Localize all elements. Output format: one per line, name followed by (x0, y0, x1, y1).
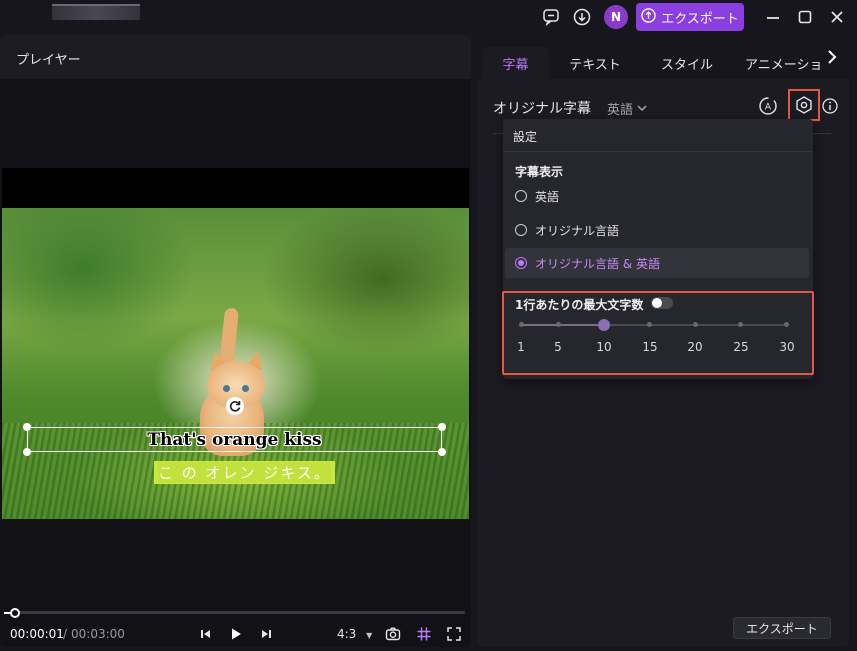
player-panel: プレイヤー That's orange kiss こ の オレン ジキス。 00… (0, 35, 471, 647)
max-chars-slider-fill (521, 324, 604, 326)
option-original-language-label: オリジナル言語 (535, 223, 620, 238)
rotate-handle-icon[interactable] (226, 397, 244, 415)
radio-english[interactable] (515, 190, 527, 202)
export-button[interactable]: エクスポート (636, 3, 744, 31)
video-letterbox (2, 168, 469, 208)
download-icon[interactable] (571, 6, 593, 28)
info-icon[interactable] (819, 95, 841, 117)
slider-tick-label: 15 (642, 340, 658, 354)
camera-icon[interactable] (384, 625, 402, 643)
export-button-label: エクスポート (661, 11, 739, 27)
aspect-ratio-select[interactable]: 4:3 ▼ (337, 627, 372, 641)
slider-tick-label: 1 (517, 340, 525, 354)
chevron-right-icon[interactable] (822, 47, 842, 67)
footer-export-button[interactable]: エクスポート (733, 617, 831, 639)
option-original-and-english-label: オリジナル言語 & 英語 (535, 256, 660, 271)
option-original-and-english[interactable]: オリジナル言語 & 英語 (505, 248, 809, 278)
radio-original-language[interactable] (515, 224, 527, 236)
tab-style[interactable]: スタイル (647, 47, 727, 79)
tab-text[interactable]: テキスト (555, 47, 635, 79)
chevron-down-icon: ▼ (366, 631, 373, 640)
timeline-track[interactable] (10, 611, 465, 614)
time-current: 00:00:01 (10, 627, 64, 641)
next-frame-icon[interactable] (257, 625, 275, 643)
timeline-scrubber[interactable] (10, 608, 20, 618)
fullscreen-icon[interactable] (445, 625, 463, 643)
max-chars-toggle[interactable] (651, 297, 673, 309)
slider-tick (647, 322, 652, 327)
language-select[interactable]: 英語 (607, 99, 647, 118)
option-original-language[interactable]: オリジナル言語 (505, 215, 809, 245)
upload-icon (641, 7, 656, 27)
slider-tick (519, 322, 524, 327)
slider-tick (738, 322, 743, 327)
tab-subtitles[interactable]: 字幕 (482, 47, 549, 79)
original-subtitle-label: オリジナル字幕 (493, 101, 591, 117)
slider-tick-label: 10 (596, 340, 612, 354)
subtitle-display-label: 字幕表示 (515, 165, 564, 179)
settings-popup-title: 設定 (513, 130, 538, 144)
settings-icon[interactable] (793, 94, 815, 116)
time-total: 00:03:00 (71, 627, 125, 641)
option-english-label: 英語 (535, 189, 560, 204)
feedback-icon[interactable] (540, 6, 562, 28)
option-english[interactable]: 英語 (505, 181, 809, 211)
radio-original-and-english[interactable] (515, 257, 527, 269)
previous-frame-icon[interactable] (197, 625, 215, 643)
time-separator: / (63, 627, 68, 641)
caption-japanese[interactable]: こ の オレン ジキス。 (154, 461, 335, 484)
auto-translate-icon[interactable]: A (757, 95, 779, 117)
max-chars-label: 1行あたりの最大文字数 (515, 298, 644, 312)
max-chars-slider-thumb[interactable] (598, 319, 610, 331)
avatar[interactable]: N (604, 5, 628, 29)
caption-english-text: That's orange kiss (147, 429, 322, 450)
maximize-icon[interactable] (795, 7, 815, 27)
slider-tick-label: 5 (554, 340, 562, 354)
title-bar: N エクスポート (0, 0, 857, 34)
caption-english[interactable]: That's orange kiss (27, 427, 442, 452)
slider-tick (693, 322, 698, 327)
caption-japanese-text: こ の オレン ジキス。 (158, 462, 331, 483)
grid-icon[interactable] (415, 625, 433, 643)
play-icon[interactable] (227, 625, 245, 643)
chevron-down-icon (637, 101, 647, 116)
aspect-ratio-value: 4:3 (337, 627, 357, 641)
svg-text:A: A (765, 103, 772, 113)
slider-tick-label: 25 (733, 340, 749, 354)
player-title: プレイヤー (16, 53, 81, 68)
slider-tick (556, 322, 561, 327)
language-value: 英語 (607, 103, 634, 118)
slider-tick (784, 322, 789, 327)
app-title-blurred (52, 6, 140, 20)
slider-tick-label: 20 (687, 340, 703, 354)
slider-tick-label: 30 (779, 340, 795, 354)
settings-popup-divider (503, 151, 813, 152)
cat-eye-right (242, 385, 249, 392)
cat-eye-left (223, 385, 230, 392)
minimize-icon[interactable] (763, 7, 783, 27)
close-icon[interactable] (827, 7, 847, 27)
